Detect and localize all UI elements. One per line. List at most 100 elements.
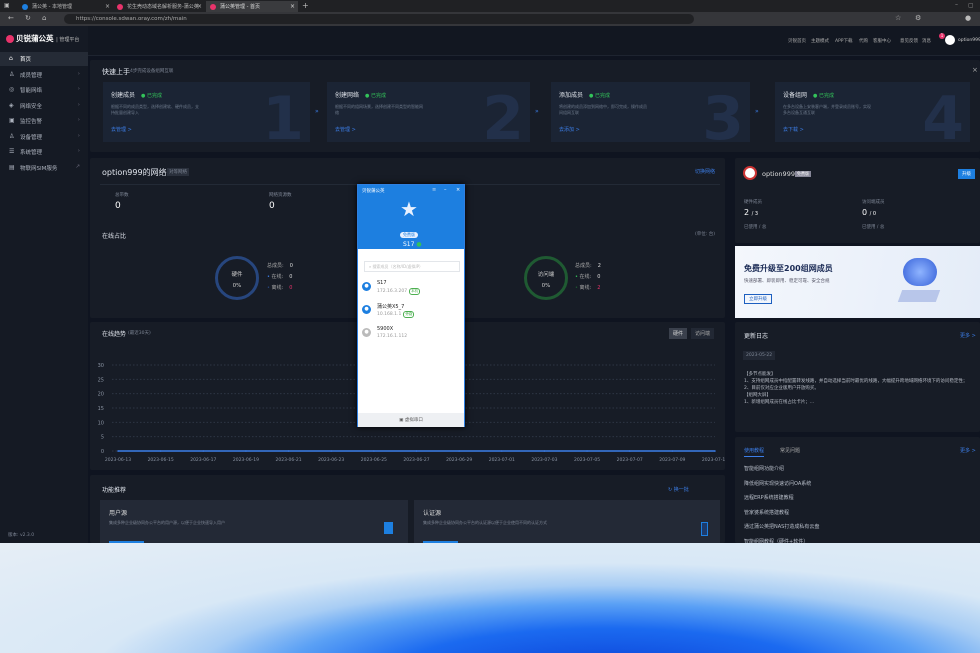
feature-title: 用户源 <box>109 510 128 517</box>
data-point <box>117 450 119 452</box>
tab-tutorials[interactable]: 使用教程 <box>744 447 765 457</box>
sidebar-item[interactable]: ▣ 监控告警 › <box>0 114 88 128</box>
tab-actions-icon[interactable]: ▣ <box>4 2 10 9</box>
header-link[interactable]: 消息 <box>922 38 931 44</box>
browser-tab-active[interactable]: 蒲公英管理 - 首页 × <box>206 1 298 12</box>
sidebar-item[interactable]: ▤ 物联网SIM服务 ↗ <box>0 161 88 175</box>
data-point <box>458 450 460 452</box>
footer-label: 虚拟串口 <box>404 418 423 423</box>
network-title: option999的网络 <box>102 168 167 177</box>
toggle-access[interactable]: 访问端 <box>691 328 715 339</box>
profile-icon[interactable]: ● <box>965 14 971 22</box>
legend-value: 0 <box>289 285 293 291</box>
guide-more-link[interactable]: 更多 > <box>960 447 976 454</box>
brand-logo[interactable]: 贝锐蒲公英 | 管理平台 <box>6 33 79 44</box>
favicon-icon <box>117 4 123 10</box>
maximize-icon[interactable]: ▢ <box>968 2 974 9</box>
star-icon[interactable]: ☆ <box>895 14 901 22</box>
hardware-ring: 硬件 0% <box>215 256 259 300</box>
settings-icon[interactable]: ≡ <box>432 187 436 193</box>
minimize-icon[interactable]: – <box>444 187 447 193</box>
home-icon[interactable]: ⌂ <box>42 14 46 22</box>
x-tick-label: 2023-07-05 <box>574 457 600 463</box>
member-item[interactable]: ● 5900X 172.16.1.112 <box>362 326 462 348</box>
card-link[interactable]: 去添加 > <box>559 126 580 133</box>
reload-icon[interactable]: ↻ <box>25 14 31 22</box>
trend-note: (最近30天) <box>128 331 151 336</box>
client-level-badge: 免费版 <box>400 232 418 238</box>
switch-network-link[interactable]: 切换网络 <box>695 168 715 175</box>
header-link[interactable]: 主题模式 <box>811 38 829 44</box>
close-tab-icon[interactable]: × <box>105 3 110 10</box>
sidebar-item[interactable]: ♙ 设备管理 › <box>0 130 88 144</box>
sidebar-item[interactable]: ◎ 智能网络 › <box>0 83 88 97</box>
tab-faq[interactable]: 常见问题 <box>780 447 800 454</box>
url-input[interactable]: https://console.sdwan.oray.com/zh/main <box>64 14 694 24</box>
data-point <box>543 450 546 452</box>
refresh-link[interactable]: ↻ 换一批 <box>668 486 689 493</box>
sidebar-item[interactable]: ♙ 成员管理 › <box>0 68 88 82</box>
legend-label: 在线: <box>271 274 284 280</box>
back-icon[interactable]: ← <box>8 14 14 22</box>
legend-value: 2 <box>597 285 601 291</box>
chevron-right-icon: › <box>77 86 80 92</box>
member-search-input[interactable]: ⌕ 搜索成员（名称/ID/虚拟IP） <box>364 261 460 272</box>
member-item[interactable]: ● 蒲公英X5_7 10.168.1.1 旁路 <box>362 303 462 325</box>
status-text: 已完成 <box>146 93 162 99</box>
x-tick-label: 2023-07-09 <box>659 457 685 463</box>
auth-source-icon <box>701 522 708 536</box>
header-link[interactable]: 贝锐首页 <box>788 38 806 44</box>
guide-link[interactable]: 通过蒲公英把NAS打造成私有云盘 <box>744 523 819 530</box>
upgrade-button[interactable]: 升级 <box>958 169 975 179</box>
header-link[interactable]: 意见反馈 <box>900 38 918 44</box>
sidebar-item[interactable]: ◈ 网络安全 › <box>0 99 88 113</box>
feature-card-user-source[interactable]: 用户源 集成多种企业级协同办公平台的用户源，以便于企业快速导入用户 <box>100 500 408 543</box>
guide-link[interactable]: 管家婆系统搭建教程 <box>744 509 789 516</box>
user-name[interactable]: option999 <box>958 38 980 43</box>
guide-link[interactable]: 降低组网实现快速访问OA系统 <box>744 480 811 487</box>
ip-text: 10.168.1.1 <box>377 312 402 317</box>
close-tab-icon[interactable]: × <box>197 3 202 10</box>
sidebar-icon: ▣ <box>9 117 15 124</box>
x-tick-label: 2023-07-03 <box>531 457 557 463</box>
header-link[interactable]: 代购 <box>859 38 868 44</box>
quota-total: / 3 <box>751 211 759 217</box>
header-link[interactable]: APP下载 <box>835 38 853 44</box>
sidebar-icon: ◈ <box>9 101 14 109</box>
sidebar-item[interactable]: ⌂ 首页 <box>0 52 88 66</box>
extensions-icon[interactable]: ⚙ <box>915 14 921 22</box>
card-link[interactable]: 去下载 > <box>783 126 804 133</box>
upgrade-banner[interactable]: 免费升级至200组网成员 快速部署、即装即用、稳定可靠、安全合规 立即升级 <box>735 246 980 318</box>
changelog-more-link[interactable]: 更多 > <box>960 332 976 339</box>
sidebar-item[interactable]: ☰ 系统管理 › <box>0 145 88 159</box>
user-avatar[interactable] <box>945 35 955 45</box>
card-link[interactable]: 去管理 > <box>111 126 132 133</box>
header-link[interactable]: 客服中心 <box>873 38 891 44</box>
platform-illustration-icon <box>897 290 941 302</box>
y-tick-label: 30 <box>98 363 104 369</box>
data-point <box>586 450 588 452</box>
close-icon[interactable]: × <box>456 187 460 193</box>
member-item[interactable]: ● S17 172.16.3.207 本机 <box>362 280 462 302</box>
status-text: 已完成 <box>818 93 834 99</box>
close-icon[interactable]: × <box>972 66 978 74</box>
browser-tab[interactable]: 花生壳动态域名解析服务-蒲公英 × <box>113 1 205 12</box>
card-title: 创建网络 <box>335 92 360 99</box>
guide-link[interactable]: 远程ERP系统搭建教程 <box>744 494 794 501</box>
step-number: 1 <box>262 84 304 142</box>
minimize-icon[interactable]: – <box>955 1 958 8</box>
card-link[interactable]: 去管理 > <box>335 126 356 133</box>
ring-name: 访问端 <box>537 272 555 278</box>
banner-upgrade-button[interactable]: 立即升级 <box>744 294 772 304</box>
sidebar-icon: ♙ <box>9 132 15 140</box>
browser-tab[interactable]: 蒲公英 - 本地管理 × <box>18 1 113 12</box>
close-tab-icon[interactable]: × <box>290 3 295 10</box>
feature-card-auth-source[interactable]: 认证源 集成多种企业级协同办公平台的认证源以便于企业使用不同的认证方式 <box>414 500 720 543</box>
virtual-serial-button[interactable]: ▣ 虚拟串口 <box>358 413 464 427</box>
guide-link[interactable]: 智能组网功能介绍 <box>744 465 784 472</box>
new-tab-button[interactable]: + <box>302 1 309 10</box>
data-point <box>202 450 205 452</box>
toggle-hardware[interactable]: 硬件 <box>669 328 688 339</box>
chevron-right-icon: › <box>77 70 80 77</box>
step-number: 3 <box>702 84 744 142</box>
